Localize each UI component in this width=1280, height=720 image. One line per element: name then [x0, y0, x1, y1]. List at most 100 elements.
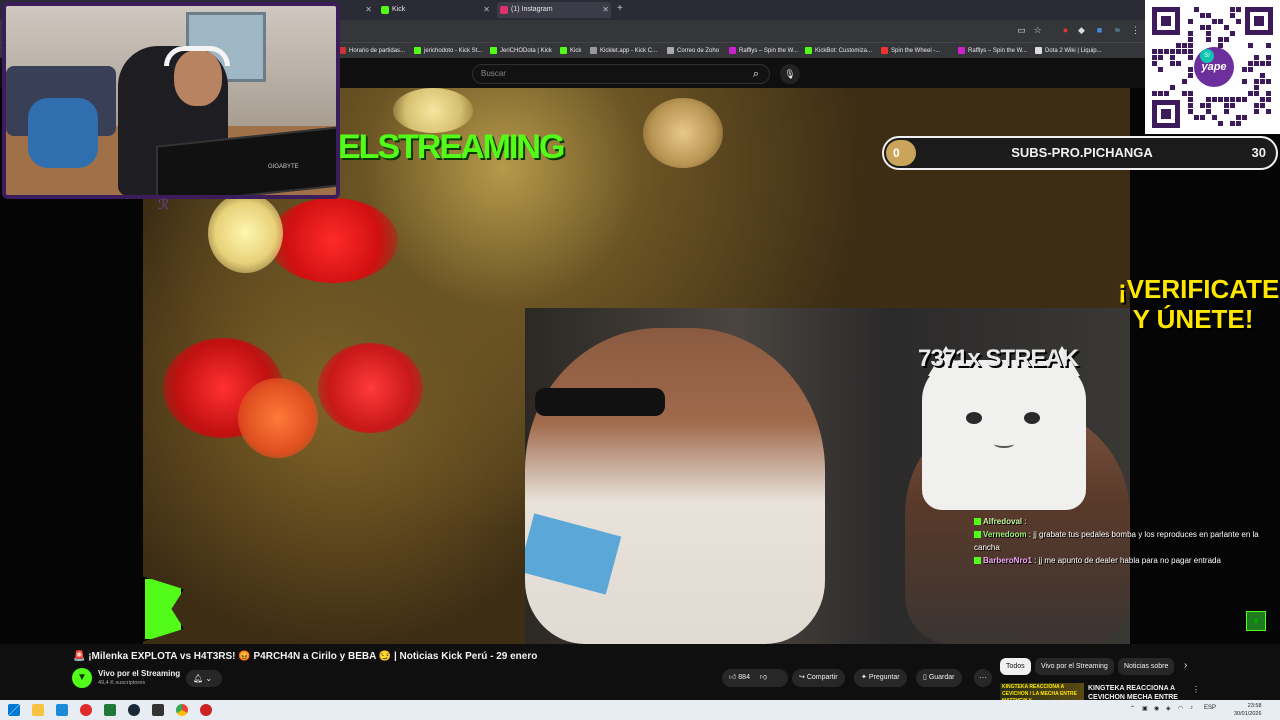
extension-icon[interactable]: ■ — [1094, 25, 1105, 36]
qr-module — [1206, 13, 1211, 18]
bookmark-item[interactable]: KickBot: Customiza... — [805, 45, 872, 57]
channel-name[interactable]: Vivo por el Streaming — [98, 669, 180, 678]
star-icon[interactable]: ☆ — [1032, 25, 1043, 36]
thumbs-down-icon[interactable]: 👎︎ — [760, 674, 767, 681]
mic-icon[interactable]: 🎙 — [780, 64, 800, 84]
chip-news[interactable]: Noticias sobre — [1118, 658, 1175, 675]
bookmark-item[interactable]: Rafflys – Spin the W... — [958, 45, 1027, 57]
elstreaming-banner: ELSTREAMING — [338, 128, 565, 166]
close-icon[interactable]: ✕ — [483, 2, 490, 18]
bookmark-item[interactable]: Horario de partidas... — [339, 45, 405, 57]
chevron-right-icon[interactable]: › — [1184, 660, 1187, 671]
folder-icon[interactable] — [32, 704, 44, 716]
volume-icon[interactable]: ♪ — [1190, 705, 1193, 711]
obs-icon[interactable] — [152, 704, 164, 716]
qr-module — [1206, 37, 1211, 42]
qr-module — [1266, 97, 1271, 102]
bookmark-item[interactable]: Spin the Wheel -... — [881, 45, 940, 57]
clock-time: 23:58 — [1247, 703, 1262, 709]
chip-channel[interactable]: Vivo por el Streaming — [1035, 658, 1114, 675]
qr-module — [1230, 97, 1235, 102]
bookmark-item[interactable]: Rafflys – Spin the W... — [729, 45, 798, 57]
chip-all[interactable]: Todos — [1000, 658, 1031, 675]
qr-module — [1260, 97, 1265, 102]
edge-icon[interactable] — [56, 704, 68, 716]
tab-kick[interactable]: Kick ✕ — [378, 2, 492, 18]
ask-button[interactable]: ✦ Preguntar — [854, 669, 907, 687]
cat-mouth — [994, 440, 1014, 448]
windows-taskbar: ⌃ ▣ ◉ ◈ ◠ ♪ ESP 23:58 30/01/2026 — [0, 700, 1280, 720]
chrome-icon[interactable] — [176, 704, 188, 716]
yape-qr-code: yape S/ — [1145, 0, 1280, 134]
cat-eye — [1024, 412, 1040, 424]
chevron-down-icon: ⌄ — [205, 674, 213, 683]
wifi-icon[interactable]: ◠ — [1178, 705, 1183, 712]
qr-module — [1158, 55, 1163, 60]
steam-icon[interactable] — [128, 704, 140, 716]
qr-module — [1206, 109, 1211, 114]
bookmark-item[interactable]: Kick — [560, 45, 581, 57]
screen-icon[interactable]: ▭ — [1016, 25, 1027, 36]
like-dislike-button[interactable]: 👍︎ 884 👎︎ — [722, 669, 788, 687]
windows-start-icon[interactable] — [8, 704, 20, 716]
qr-module — [1188, 49, 1193, 54]
qr-module — [1266, 109, 1271, 114]
save-label: Guardar — [928, 674, 955, 681]
subscribe-bell-button[interactable]: 🔔︎ ⌄ — [186, 670, 222, 687]
close-icon[interactable]: ✕ — [365, 2, 372, 18]
menu-icon[interactable]: ⋮ — [1130, 25, 1141, 36]
bookmark-item[interactable]: Dota 2 Wiki | Liquip... — [1035, 45, 1102, 57]
tray-icon[interactable]: ◈ — [1166, 705, 1171, 712]
extension-icon[interactable]: ● — [1060, 25, 1071, 36]
new-tab-button[interactable]: + — [617, 3, 623, 14]
share-button[interactable]: ↪ Compartir — [792, 669, 845, 687]
bookmark-item[interactable]: Kicklet.app - Kick C... — [590, 45, 657, 57]
tab-label: Kick — [392, 6, 406, 13]
bookmark-icon: ▯ — [923, 674, 927, 681]
qr-module — [1176, 49, 1181, 54]
chevron-up-icon[interactable]: ⌃ — [1130, 705, 1135, 712]
qr-finder — [1152, 100, 1180, 128]
qr-module — [1218, 43, 1223, 48]
qr-module — [1212, 115, 1217, 120]
channel-avatar[interactable]: ▼ — [72, 668, 92, 688]
tab-previous[interactable]: ✕ — [340, 2, 374, 18]
qr-module — [1194, 115, 1199, 120]
qr-module — [1164, 91, 1169, 96]
bookmark-item[interactable]: Correo de Zoho — [667, 45, 719, 57]
tray-icon[interactable]: ▣ — [1142, 705, 1148, 712]
kebab-menu-icon[interactable]: ⋮ — [1192, 685, 1200, 694]
qr-module — [1158, 67, 1163, 72]
search-input[interactable]: Buscar — [472, 64, 770, 84]
qr-module — [1248, 61, 1253, 66]
extension-icon[interactable]: ◆ — [1076, 25, 1087, 36]
kick-icon — [974, 518, 981, 526]
clock[interactable]: 23:58 30/01/2026 — [1234, 702, 1262, 718]
qr-module — [1236, 7, 1241, 12]
excel-icon[interactable] — [104, 704, 116, 716]
search-icon[interactable]: ⌕ — [742, 64, 770, 84]
qr-module — [1236, 19, 1241, 24]
yape-s-icon: S/ — [1200, 49, 1214, 63]
qr-module — [1188, 43, 1193, 48]
bookmark-icon — [881, 47, 888, 54]
opera-icon[interactable] — [80, 704, 92, 716]
extension-icon[interactable]: ≈ — [1112, 25, 1123, 36]
sparkle-icon: ✦ — [861, 674, 867, 681]
tab-instagram[interactable]: (1) Instagram ✕ — [497, 2, 611, 18]
qr-module — [1242, 97, 1247, 102]
bookmark-item[interactable]: JeriCHODota | Kick — [490, 45, 552, 57]
bookmark-item[interactable]: jerichodoto - Kick St... — [414, 45, 482, 57]
qr-module — [1218, 121, 1223, 126]
app-icon[interactable] — [200, 704, 212, 716]
qr-module — [1200, 103, 1205, 108]
save-button[interactable]: ▯ Guardar — [916, 669, 962, 687]
more-options-button[interactable]: ··· — [974, 669, 992, 687]
qr-module — [1194, 7, 1199, 12]
close-icon[interactable]: ✕ — [602, 2, 609, 18]
qr-module — [1212, 19, 1217, 24]
language-indicator[interactable]: ESP — [1204, 705, 1216, 711]
tray-icon[interactable]: ◉ — [1154, 705, 1159, 712]
recommended-thumbnail[interactable]: KINGTEKA REACCIONA A CEVICHON / LA MECHA… — [1000, 683, 1084, 704]
cat-meme — [922, 346, 1086, 510]
